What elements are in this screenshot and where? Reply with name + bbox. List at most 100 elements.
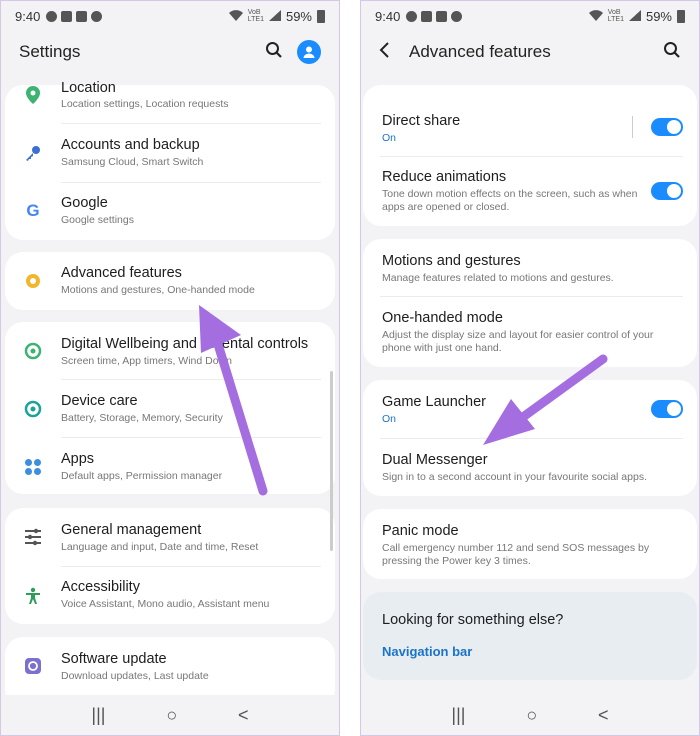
advanced-app-bar: Advanced features [361, 33, 699, 71]
setting-dual-messenger[interactable]: Dual Messenger Sign in to a second accou… [363, 439, 697, 496]
item-subtitle: Samsung Cloud, Smart Switch [61, 156, 204, 168]
item-title: Dual Messenger [382, 452, 488, 468]
accessibility-icon [23, 586, 43, 606]
item-title: Accounts and backup [61, 137, 200, 153]
item-subtitle: Google settings [61, 214, 134, 226]
status-time: 9:40 [375, 8, 401, 24]
item-title: One-handed mode [382, 310, 503, 326]
battery-percent: 59% [645, 8, 672, 24]
item-subtitle: Voice Assistant, Mono audio, Assistant m… [61, 598, 270, 610]
search-icon[interactable] [663, 41, 681, 64]
whatsapp-icon [91, 10, 103, 22]
scrollbar[interactable] [330, 371, 333, 551]
item-title: Digital Wellbeing and parental controls [61, 336, 309, 352]
direct-share-toggle[interactable] [651, 118, 683, 136]
home-button[interactable]: ○ [166, 705, 177, 726]
settings-item-apps[interactable]: Apps Default apps, Permission manager [5, 438, 335, 494]
settings-item-general-management[interactable]: General management Language and input, D… [5, 508, 335, 566]
item-subtitle: Motions and gestures, One-handed mode [61, 284, 255, 296]
settings-item-accessibility[interactable]: Accessibility Voice Assistant, Mono audi… [5, 567, 335, 624]
settings-item-google[interactable]: G Google Google settings [5, 183, 335, 240]
search-icon[interactable] [265, 41, 283, 64]
item-status: On [382, 132, 397, 144]
item-title: Location [61, 80, 116, 96]
item-subtitle: Default apps, Permission manager [61, 470, 223, 482]
recents-button[interactable]: ||| [451, 705, 465, 726]
settings-item-device-care[interactable]: Device care Battery, Storage, Memory, Se… [5, 380, 335, 437]
item-subtitle: Screen time, App timers, Wind Down [61, 355, 232, 367]
settings-item-software-update[interactable]: Software update Download updates, Last u… [5, 637, 335, 695]
settings-screen: 9:40 VoB LTE1 59% Settings Location Locat… [0, 0, 340, 736]
settings-card-advanced: Advanced features Motions and gestures, … [5, 252, 335, 310]
item-subtitle: Battery, Storage, Memory, Security [61, 412, 223, 424]
item-subtitle: Download updates, Last update [61, 670, 209, 682]
item-title: Panic mode [382, 523, 459, 539]
messenger-icon [46, 10, 58, 22]
item-title: Motions and gestures [382, 253, 521, 269]
item-title: Google [61, 195, 108, 211]
reduce-animations-toggle[interactable] [651, 182, 683, 200]
item-subtitle: Location settings, Location requests [61, 98, 229, 110]
item-title: Direct share [382, 113, 461, 129]
advanced-card-gestures: Motions and gestures Manage features rel… [363, 239, 697, 367]
settings-item-digital-wellbeing[interactable]: Digital Wellbeing and parental controls … [5, 322, 335, 379]
setting-reduce-animations[interactable]: Reduce animations Tone down motion effec… [363, 157, 697, 226]
home-button[interactable]: ○ [526, 705, 537, 726]
apps-grid-icon [23, 457, 43, 477]
setting-game-launcher[interactable]: Game Launcher On [363, 380, 697, 438]
page-title: Settings [19, 42, 81, 61]
advanced-card-sharing: Direct share On Reduce animations Tone d… [363, 85, 697, 226]
wellbeing-icon [23, 341, 43, 361]
item-subtitle: Manage features related to motions and g… [382, 272, 614, 284]
settings-card-general: General management Language and input, D… [5, 508, 335, 624]
google-icon: G [26, 201, 40, 220]
item-status: On [382, 413, 397, 425]
profile-avatar[interactable] [297, 40, 321, 64]
kb-icon [76, 10, 88, 22]
advanced-features-screen: 9:40 VoB LTE1 59% Advanced features Direc… [360, 0, 700, 736]
item-title: General management [61, 522, 202, 538]
settings-card-device: Digital Wellbeing and parental controls … [5, 322, 335, 494]
item-subtitle: Call emergency number 112 and send SOS m… [382, 542, 650, 567]
item-subtitle: Tone down motion effects on the screen, … [382, 188, 638, 213]
item-title: Game Launcher [382, 394, 486, 410]
battery-percent: 59% [285, 8, 312, 24]
setting-direct-share[interactable]: Direct share On [363, 99, 697, 157]
advanced-card-apps: Game Launcher On Dual Messenger Sign in … [363, 380, 697, 496]
item-title: Device care [61, 393, 138, 409]
gear-plus-icon [23, 271, 43, 291]
looking-for-something-card: Looking for something else? Navigation b… [363, 592, 697, 680]
item-title: Apps [61, 451, 95, 467]
status-bar: 9:40 VoB LTE1 59% [361, 1, 699, 31]
game-launcher-toggle[interactable] [651, 400, 683, 418]
item-title: Reduce animations [382, 169, 507, 185]
back-arrow-icon[interactable] [379, 41, 391, 63]
location-icon [23, 85, 43, 105]
setting-motions-gestures[interactable]: Motions and gestures Manage features rel… [363, 239, 697, 296]
setting-panic-mode[interactable]: Panic mode Call emergency number 112 and… [363, 509, 697, 579]
settings-item-accounts-backup[interactable]: Accounts and backup Samsung Cloud, Smart… [5, 125, 335, 182]
item-subtitle: Language and input, Date and time, Reset [61, 541, 259, 553]
recents-button[interactable]: ||| [91, 705, 105, 726]
battery-icon [677, 9, 685, 23]
status-bar: 9:40 VoB LTE1 59% [1, 1, 339, 31]
item-subtitle: Adjust the display size and layout for e… [382, 329, 654, 354]
navigation-bar-link[interactable]: Navigation bar [382, 644, 472, 659]
settings-item-location[interactable]: Location Location settings, Location req… [5, 80, 335, 125]
device-care-icon [23, 399, 43, 419]
whatsapp-icon [451, 10, 463, 22]
settings-item-advanced-features[interactable]: Advanced features Motions and gestures, … [5, 252, 335, 310]
sliders-icon [23, 527, 43, 547]
item-subtitle: Sign in to a second account in your favo… [382, 471, 647, 483]
back-button[interactable]: < [598, 705, 609, 726]
looking-heading: Looking for something else? [382, 612, 564, 628]
network-label: VoB LTE1 [607, 9, 624, 23]
network-label: VoB LTE1 [247, 9, 264, 23]
back-button[interactable]: < [238, 705, 249, 726]
wifi-icon [228, 9, 243, 24]
setting-one-handed-mode[interactable]: One-handed mode Adjust the display size … [363, 297, 697, 367]
notification-icon [61, 10, 73, 22]
item-title: Accessibility [61, 579, 140, 595]
settings-app-bar: Settings [1, 33, 339, 71]
wifi-icon [588, 9, 603, 24]
